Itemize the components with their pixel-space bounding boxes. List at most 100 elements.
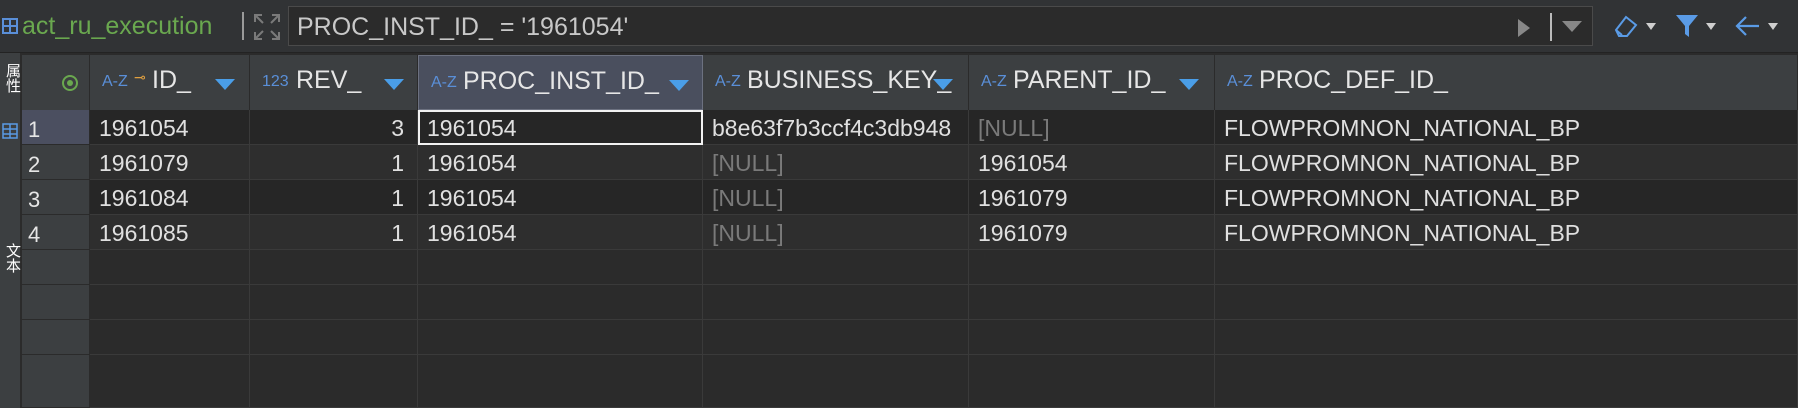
row-number-empty: [22, 285, 90, 320]
navigate-dropdown-icon[interactable]: [1768, 22, 1778, 30]
empty-cell: [1215, 285, 1798, 320]
cell-id[interactable]: 1961085: [90, 215, 250, 250]
table-row[interactable]: 2 1961079 1 1961054 [NULL] 1961054 FLOWP…: [22, 145, 1798, 180]
cell-parent-id[interactable]: 1961079: [969, 215, 1215, 250]
row-number[interactable]: 1: [22, 110, 90, 145]
cell-business-key[interactable]: [NULL]: [703, 145, 969, 180]
column-header-id[interactable]: A-Z ⊸ ID_: [90, 55, 250, 110]
column-header-parent-id[interactable]: A-Z PARENT_ID_: [969, 55, 1215, 110]
row-number-empty: [22, 250, 90, 285]
table-row[interactable]: 4 1961085 1 1961054 [NULL] 1961079 FLOWP…: [22, 215, 1798, 250]
cell-parent-id[interactable]: 1961054: [969, 145, 1215, 180]
column-label: BUSINESS_KEY_: [747, 66, 952, 94]
cell-business-key[interactable]: [NULL]: [703, 180, 969, 215]
empty-cell: [250, 285, 418, 320]
cell-business-key[interactable]: b8e63f7b3ccf4c3db948: [703, 110, 969, 145]
filter-button[interactable]: [1674, 8, 1716, 44]
empty-cell: [418, 250, 703, 285]
side-tab-text[interactable]: 文本: [2, 243, 23, 273]
cell-proc-def-id[interactable]: FLOWPROMNON_NATIONAL_BP: [1215, 145, 1798, 180]
column-label: PROC_INST_ID_: [463, 67, 659, 95]
empty-row: [22, 355, 1798, 408]
table-icon: [2, 18, 18, 34]
empty-cell: [90, 320, 250, 355]
text-type-icon: A-Z: [431, 74, 457, 91]
filter-history-dropdown-icon[interactable]: [1562, 21, 1582, 32]
empty-cell: [703, 250, 969, 285]
column-label: ID_: [152, 66, 191, 94]
empty-cell: [418, 285, 703, 320]
cell-rev[interactable]: 3: [250, 110, 418, 145]
column-header-proc-def-id[interactable]: A-Z PROC_DEF_ID_: [1215, 55, 1798, 110]
expand-icon[interactable]: [252, 12, 282, 42]
cell-proc-def-id[interactable]: FLOWPROMNON_NATIONAL_BP: [1215, 215, 1798, 250]
table-row[interactable]: 1 1961054 3 1961054 b8e63f7b3ccf4c3db948…: [22, 110, 1798, 145]
empty-cell: [418, 355, 703, 408]
empty-row: [22, 250, 1798, 285]
select-all-radio-icon[interactable]: [62, 75, 78, 91]
eraser-icon: [1614, 15, 1638, 37]
eraser-dropdown-icon[interactable]: [1646, 22, 1656, 30]
sort-icon[interactable]: [933, 79, 953, 90]
cell-parent-id[interactable]: 1961079: [969, 180, 1215, 215]
cell-proc-inst-id[interactable]: 1961054: [418, 180, 703, 215]
sort-icon[interactable]: [1179, 79, 1199, 90]
empty-cell: [969, 285, 1215, 320]
cell-rev[interactable]: 1: [250, 145, 418, 180]
cell-business-key[interactable]: [NULL]: [703, 215, 969, 250]
key-icon: ⊸: [134, 69, 146, 85]
empty-cell: [1215, 250, 1798, 285]
filter-dropdown-icon[interactable]: [1706, 22, 1716, 30]
text-type-icon: A-Z: [715, 73, 741, 90]
empty-cell: [90, 355, 250, 408]
table-row[interactable]: 3 1961084 1 1961054 [NULL] 1961079 FLOWP…: [22, 180, 1798, 215]
grid-view-icon[interactable]: [2, 123, 18, 139]
filter-divider: [1550, 13, 1552, 41]
column-header-proc-inst-id[interactable]: A-Z PROC_INST_ID_: [418, 55, 703, 110]
row-number-header[interactable]: [22, 55, 90, 110]
cell-rev[interactable]: 1: [250, 215, 418, 250]
text-type-icon: A-Z: [102, 73, 128, 90]
cell-id[interactable]: 1961084: [90, 180, 250, 215]
side-tab-properties[interactable]: 属性: [2, 63, 23, 93]
sort-icon[interactable]: [669, 80, 689, 91]
empty-cell: [969, 320, 1215, 355]
column-label: PROC_DEF_ID_: [1259, 66, 1448, 94]
filter-funnel-icon: [1676, 15, 1698, 37]
empty-cell: [703, 320, 969, 355]
text-type-icon: A-Z: [1227, 73, 1253, 90]
sort-icon[interactable]: [215, 79, 235, 90]
column-header-rev[interactable]: 123 REV_: [250, 55, 418, 110]
text-type-icon: A-Z: [981, 73, 1007, 90]
empty-cell: [250, 355, 418, 408]
cell-id[interactable]: 1961054: [90, 110, 250, 145]
table-name-tab[interactable]: act_ru_execution: [0, 9, 212, 43]
cell-proc-inst-id[interactable]: 1961054: [418, 110, 703, 145]
navigate-back-button[interactable]: [1734, 8, 1778, 44]
row-number[interactable]: 4: [22, 215, 90, 250]
empty-cell: [703, 355, 969, 408]
cell-rev[interactable]: 1: [250, 180, 418, 215]
cell-parent-id[interactable]: [NULL]: [969, 110, 1215, 145]
filter-input[interactable]: PROC_INST_ID_ = '1961054': [288, 6, 1593, 46]
cell-proc-def-id[interactable]: FLOWPROMNON_NATIONAL_BP: [1215, 180, 1798, 215]
empty-cell: [250, 250, 418, 285]
empty-cell: [969, 250, 1215, 285]
row-number[interactable]: 3: [22, 180, 90, 215]
empty-cell: [250, 320, 418, 355]
eraser-button[interactable]: [1612, 8, 1656, 44]
empty-cell: [1215, 355, 1798, 408]
cell-id[interactable]: 1961079: [90, 145, 250, 180]
cell-proc-def-id[interactable]: FLOWPROMNON_NATIONAL_BP: [1215, 110, 1798, 145]
arrow-left-icon: [1735, 16, 1759, 36]
row-number-empty: [22, 355, 90, 408]
row-number[interactable]: 2: [22, 145, 90, 180]
cell-proc-inst-id[interactable]: 1961054: [418, 215, 703, 250]
filter-text: PROC_INST_ID_ = '1961054': [297, 13, 629, 41]
empty-row: [22, 320, 1798, 355]
cell-proc-inst-id[interactable]: 1961054: [418, 145, 703, 180]
toolbar-divider: [242, 12, 244, 40]
column-header-business-key[interactable]: A-Z BUSINESS_KEY_: [703, 55, 969, 110]
sort-icon[interactable]: [384, 79, 404, 90]
apply-filter-icon[interactable]: [1518, 19, 1530, 37]
